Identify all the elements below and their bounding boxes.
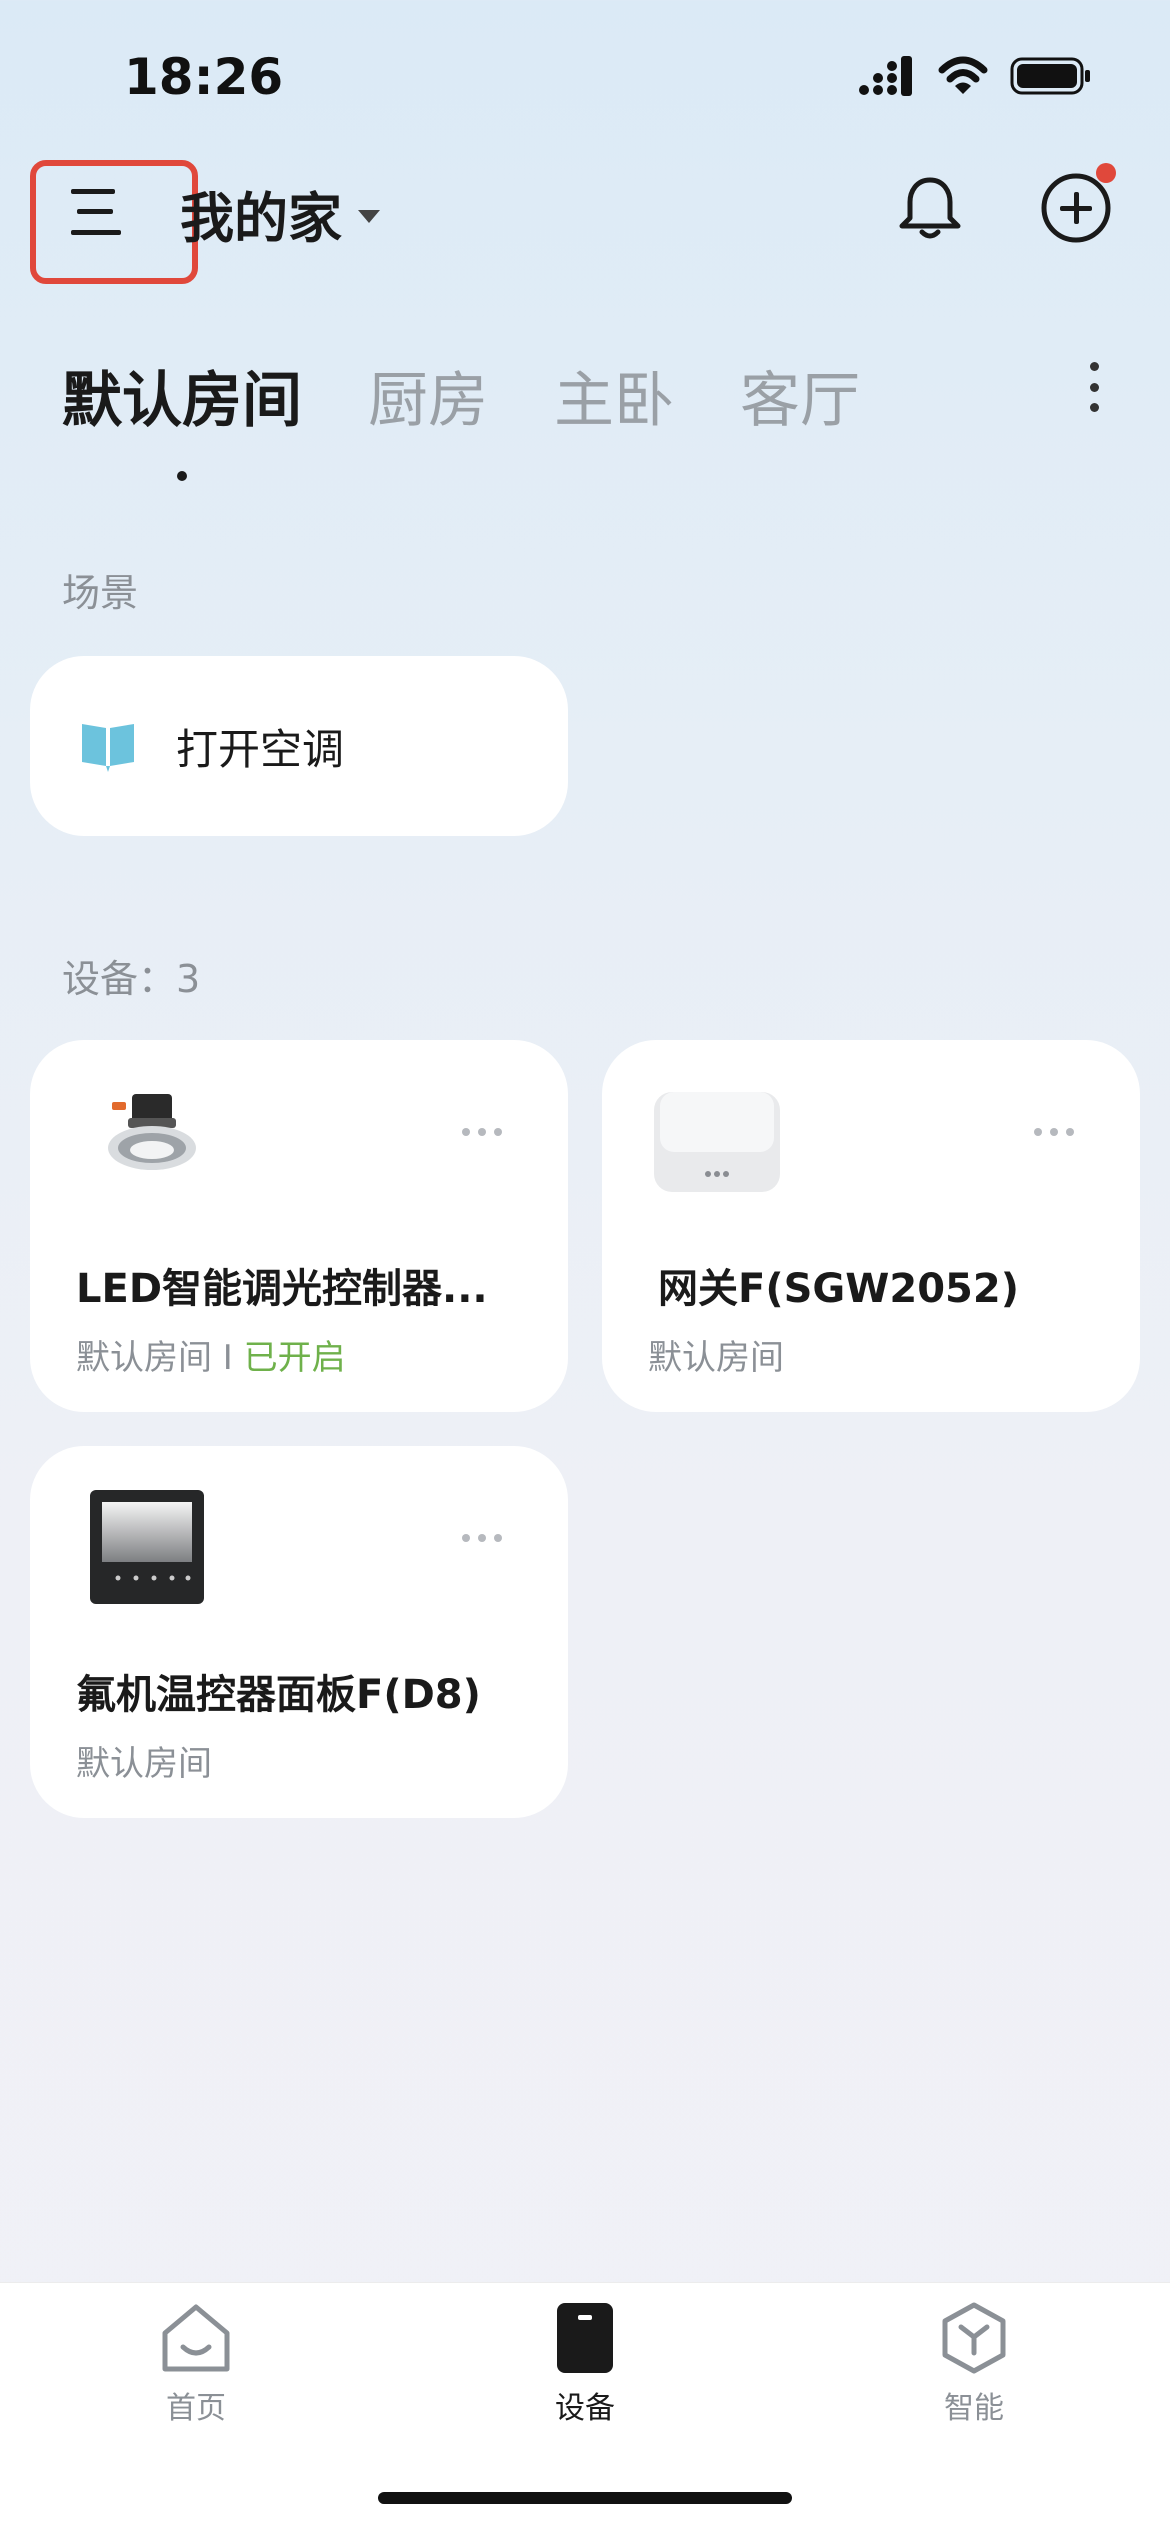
bell-icon [899, 177, 961, 239]
device-room: 默认房间 [648, 1338, 784, 1378]
device-room: 默认房间 [76, 1338, 212, 1378]
device-name: LED智能调光控制器... [76, 1266, 488, 1312]
device-card-thermostat[interactable]: 氟机温控器面板F(D8) 默认房间 [30, 1446, 568, 1818]
home-name: 我的家 [180, 187, 342, 250]
device-name: 氟机温控器面板F(D8) [76, 1672, 481, 1718]
nav-devices[interactable]: 设备 [485, 2301, 685, 2427]
more-options-button[interactable] [1034, 1128, 1074, 1136]
home-icon [162, 2304, 230, 2372]
home-selector[interactable]: 我的家 [180, 174, 380, 253]
more-vertical-button[interactable] [1082, 362, 1106, 412]
scene-card[interactable]: 打开空调 [30, 656, 568, 836]
scene-name: 打开空调 [176, 724, 345, 774]
active-tab-indicator [177, 471, 187, 481]
nav-smart[interactable]: 智能 [874, 2301, 1074, 2427]
book-icon [82, 724, 134, 772]
smart-cube-icon [942, 2302, 1006, 2374]
devices-count-label: 设备：3 [62, 957, 201, 1001]
device-card-gateway[interactable]: 网关F(SGW2052) 默认房间 [602, 1040, 1140, 1412]
status-time: 18:26 [124, 48, 284, 106]
device-card-led-dimmer[interactable]: LED智能调光控制器... 默认房间 I 已开启 [30, 1040, 568, 1412]
nav-home[interactable]: 首页 [96, 2301, 296, 2427]
gateway-icon [654, 1092, 780, 1192]
scenes-label: 场景 [62, 571, 139, 615]
nav-devices-label: 设备 [555, 2391, 615, 2426]
menu-highlight-box [30, 160, 198, 284]
device-room-status: 默认房间 I 已开启 [76, 1330, 346, 1379]
battery-icon [1010, 57, 1090, 95]
downlight-icon [108, 1094, 196, 1170]
device-name: 网关F(SGW2052) [658, 1266, 1019, 1312]
tab-master-bedroom[interactable]: 主卧 [554, 352, 674, 439]
device-room: 默认房间 [76, 1744, 212, 1784]
notification-badge [1096, 163, 1116, 183]
tab-default-room[interactable]: 默认房间 [62, 352, 302, 481]
wifi-icon [938, 56, 988, 94]
tab-living-room[interactable]: 客厅 [740, 352, 860, 439]
more-options-button[interactable] [462, 1534, 502, 1542]
tab-kitchen[interactable]: 厨房 [368, 352, 488, 439]
device-status: 已开启 [243, 1338, 346, 1378]
home-indicator [378, 2492, 792, 2504]
thermostat-panel-icon [90, 1490, 204, 1604]
nav-home-label: 首页 [166, 2391, 226, 2426]
room-tabs: 默认房间 厨房 主卧 客厅 [62, 352, 860, 481]
status-icons [858, 56, 1092, 96]
cellular-signal-icon [859, 56, 912, 96]
nav-smart-label: 智能 [944, 2391, 1004, 2426]
separator: I [212, 1338, 244, 1378]
notification-button[interactable] [890, 168, 970, 248]
more-options-button[interactable] [462, 1128, 502, 1136]
device-icon [557, 2303, 613, 2373]
caret-down-icon [358, 210, 380, 223]
